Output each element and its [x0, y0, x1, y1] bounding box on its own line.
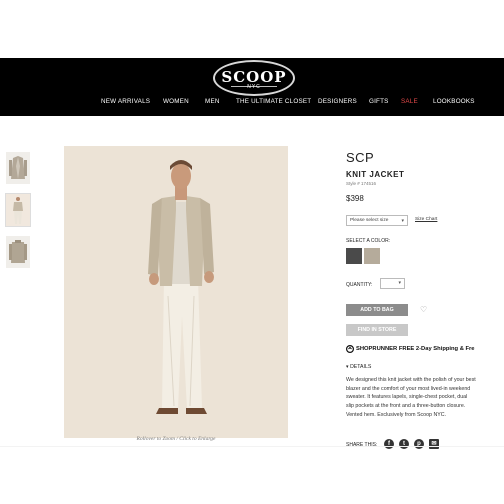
twitter-icon[interactable]: t	[399, 439, 409, 449]
nav-new-arrivals[interactable]: NEW ARRIVALS	[101, 98, 150, 105]
nav-gifts[interactable]: GIFTS	[369, 98, 389, 105]
size-select-value: Please select size	[350, 218, 389, 223]
color-label: SELECT A COLOR:	[346, 238, 391, 244]
site-header: SCOOP NYC NEW ARRIVALS WOMEN MEN THE ULT…	[0, 58, 504, 116]
thumbnail-1[interactable]	[6, 152, 30, 184]
nav-ultimate-closet[interactable]: THE ULTIMATE CLOSET	[236, 98, 311, 105]
thumbnail-2[interactable]	[5, 193, 31, 227]
nav-women[interactable]: WOMEN	[163, 98, 189, 105]
details-label: DETAILS	[350, 364, 372, 370]
details-toggle[interactable]: ▾ DETAILS	[346, 364, 371, 370]
color-swatch-charcoal[interactable]	[346, 248, 362, 264]
product-description: We designed this knit jacket with the po…	[346, 377, 476, 418]
product-price: $398	[346, 194, 364, 203]
nav-designers[interactable]: DESIGNERS	[318, 98, 357, 105]
quantity-select[interactable]: ▾	[380, 278, 405, 289]
pinterest-icon[interactable]: p	[414, 439, 424, 449]
quantity-label: QUANTITY:	[346, 282, 373, 288]
shoprunner-icon	[346, 345, 354, 353]
product-main-image[interactable]	[64, 146, 288, 438]
chevron-down-icon: ▾	[398, 280, 401, 286]
nav-lookbooks[interactable]: LOOKBOOKS	[433, 98, 475, 105]
image-zoom-caption: Rollover to Zoom / Click to Enlarge	[136, 436, 216, 442]
thumbnail-jacket-back-image	[6, 236, 30, 268]
divider	[0, 446, 504, 447]
logo-subtext: NYC	[247, 84, 261, 90]
color-swatch-oatmeal[interactable]	[364, 248, 380, 264]
chevron-down-icon: ▾	[346, 364, 349, 370]
model-wearing-knit-jacket	[64, 146, 288, 438]
product-style-number: Style # 174516	[346, 181, 377, 186]
thumbnail-model-image	[6, 194, 30, 226]
email-icon[interactable]: ✉	[429, 439, 439, 449]
main-nav: NEW ARRIVALS WOMEN MEN THE ULTIMATE CLOS…	[0, 98, 504, 110]
size-select[interactable]: Please select size ▾	[346, 215, 408, 226]
chevron-down-icon: ▾	[401, 218, 404, 224]
find-in-store-button[interactable]: FIND IN STORE	[346, 324, 408, 336]
shoprunner-banner[interactable]: SHOPRUNNER FREE 2-Day Shipping & Fre	[356, 346, 475, 352]
nav-sale[interactable]: SALE	[401, 98, 418, 105]
wishlist-heart-icon[interactable]: ♡	[420, 305, 427, 315]
nav-men[interactable]: MEN	[205, 98, 220, 105]
thumbnail-jacket-front-image	[6, 152, 30, 184]
add-to-bag-button[interactable]: ADD TO BAG	[346, 304, 408, 316]
product-designer[interactable]: SCP	[346, 150, 374, 165]
product-name: KNIT JACKET	[346, 170, 405, 179]
scoop-logo[interactable]: SCOOP NYC	[213, 60, 295, 96]
size-chart-link[interactable]: Size Chart	[415, 217, 437, 222]
facebook-icon[interactable]: f	[384, 439, 394, 449]
thumbnail-3[interactable]	[6, 236, 30, 268]
share-label: SHARE THIS:	[346, 442, 378, 448]
